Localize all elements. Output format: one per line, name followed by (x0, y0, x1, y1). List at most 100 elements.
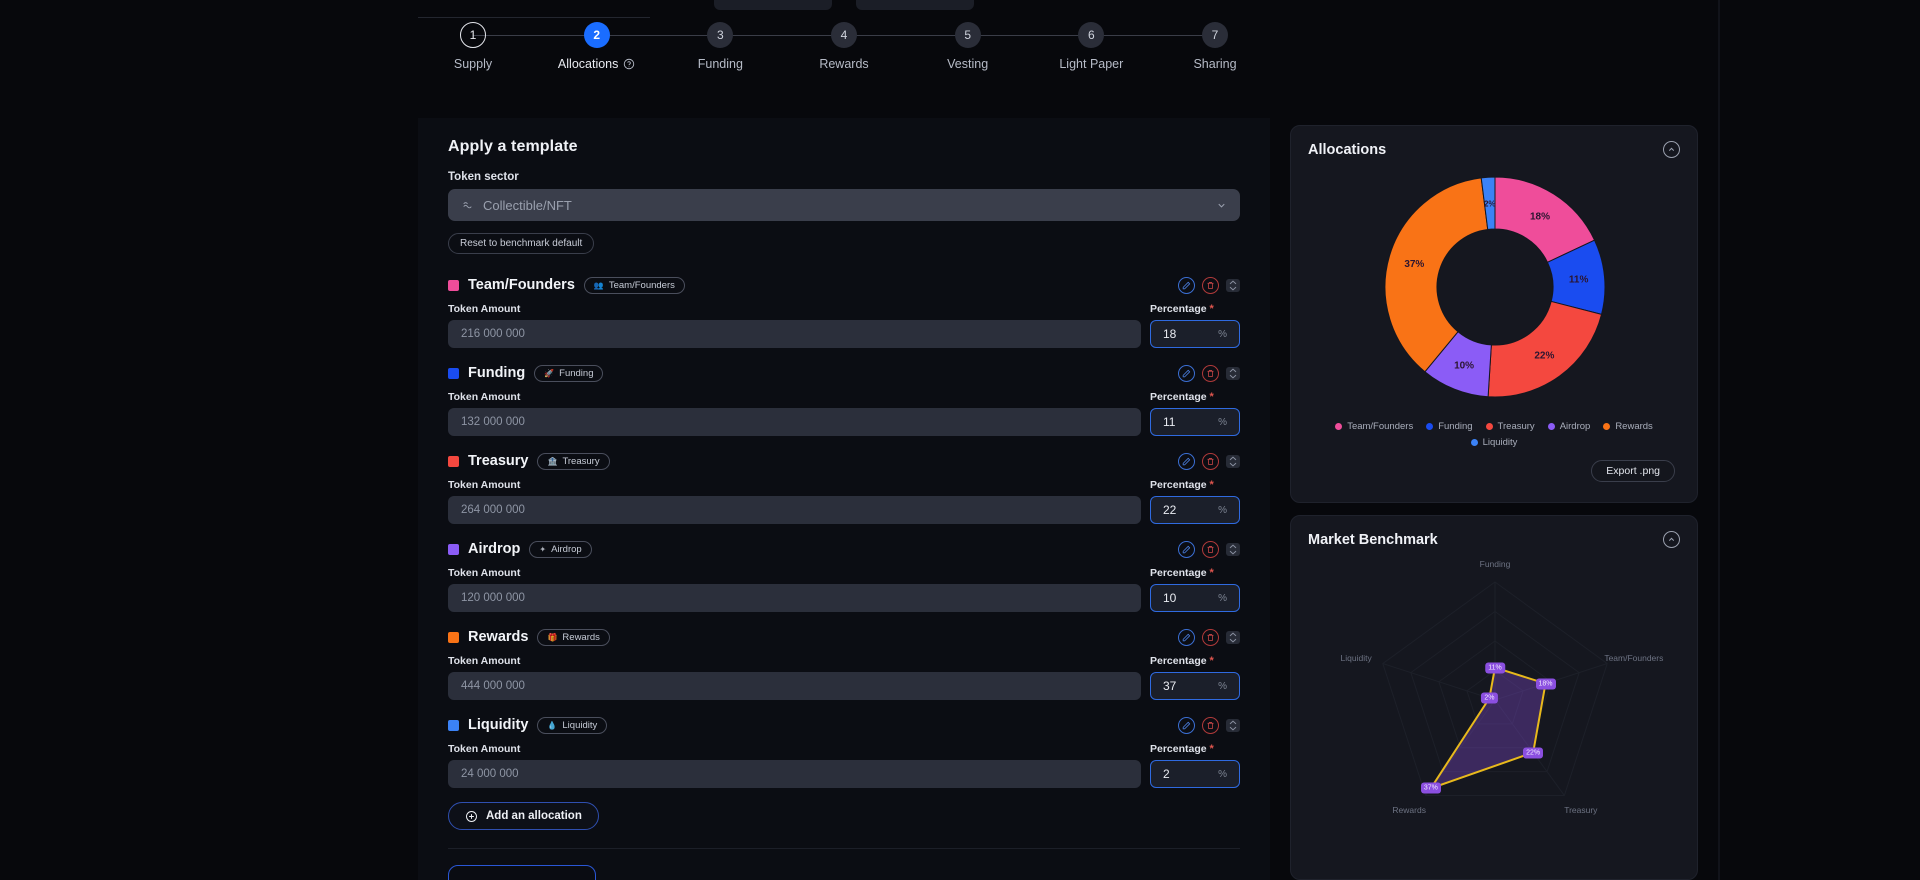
allocation-tag[interactable]: 🚀 Funding (534, 364, 604, 382)
stepper-step-sharing[interactable]: 7 Sharing (1160, 22, 1270, 71)
reset-benchmark-label: Reset to benchmark default (460, 238, 583, 249)
token-amount-input[interactable]: 24 000 000 (448, 760, 1141, 788)
legend-item[interactable]: Airdrop (1547, 421, 1590, 432)
stepper-step-rewards[interactable]: 4 Rewards (789, 22, 899, 71)
allocation-tag[interactable]: 💧 Liquidity (537, 716, 608, 734)
allocation-row: Funding 🚀 Funding Token Amount 132 000 000 Pe… (448, 362, 1240, 450)
reorder-allocation-stepper[interactable] (1226, 366, 1240, 380)
token-sector-value: Collectible/NFT (483, 197, 572, 213)
legend-item[interactable]: Team/Founders (1335, 421, 1413, 432)
benchmark-radar-chart: Funding Team/Founders Treasury Rewards Liqui… (1291, 552, 1699, 852)
allocation-actions (1178, 540, 1240, 558)
reset-benchmark-button[interactable]: Reset to benchmark default (448, 233, 595, 254)
token-sector-select[interactable]: Collectible/NFT (448, 189, 1240, 221)
edit-allocation-button[interactable] (1178, 628, 1195, 646)
collapse-allocations-button[interactable] (1663, 141, 1680, 158)
legend-item[interactable]: Rewards (1603, 421, 1653, 432)
allocation-row: Treasury 🏦 Treasury Token Amount 264 000 000… (448, 450, 1240, 538)
delete-allocation-button[interactable] (1202, 276, 1219, 294)
confirmation-card[interactable] (448, 865, 596, 880)
pencil-icon (1182, 369, 1191, 377)
add-allocation-button[interactable]: Add an allocation (448, 802, 599, 830)
allocation-header: Team/Founders 👥 Team/Founders (448, 274, 1240, 296)
gift-icon: 🎁 (547, 632, 558, 642)
percentage-input[interactable]: 10% (1150, 584, 1240, 612)
radar-axis-label: Funding (1479, 559, 1511, 569)
delete-allocation-button[interactable] (1202, 452, 1219, 470)
reorder-allocation-stepper[interactable] (1226, 542, 1240, 556)
stepper-label: Rewards (819, 57, 869, 71)
percentage-input[interactable]: 22% (1150, 496, 1240, 524)
delete-allocation-button[interactable] (1202, 716, 1219, 734)
percentage-label: Percentage * (1150, 567, 1240, 579)
legend-item[interactable]: Treasury (1485, 421, 1535, 432)
chevron-down-icon (1218, 203, 1225, 208)
chevron-down-icon (1229, 550, 1237, 555)
token-amount-label: Token Amount (448, 655, 521, 667)
chevron-up-icon (1229, 543, 1237, 548)
edit-allocation-button[interactable] (1178, 452, 1195, 470)
legend-label: Rewards (1615, 421, 1653, 432)
chevron-down-icon (1229, 286, 1237, 291)
percentage-label-text: Percentage (1150, 479, 1207, 491)
stepper-step-supply[interactable]: 1 Supply (418, 22, 528, 71)
percentage-input[interactable]: 37% (1150, 672, 1240, 700)
token-amount-input[interactable]: 216 000 000 (448, 320, 1141, 348)
page-title: Apply a template (448, 138, 578, 155)
reorder-allocation-stepper[interactable] (1226, 454, 1240, 468)
required-mark: * (1209, 391, 1214, 403)
export-png-button[interactable]: Export .png (1591, 460, 1675, 482)
allocation-fields: Token Amount 132 000 000 Percentage * 11% (448, 391, 1240, 436)
trash-icon (1207, 281, 1214, 289)
edit-allocation-button[interactable] (1178, 540, 1195, 558)
edit-allocation-button[interactable] (1178, 276, 1195, 294)
token-amount-input[interactable]: 120 000 000 (448, 584, 1141, 612)
reorder-allocation-stepper[interactable] (1226, 630, 1240, 644)
token-amount-field: Token Amount 264 000 000 (448, 479, 1141, 524)
donut-slice[interactable] (1487, 300, 1603, 398)
required-mark: * (1209, 743, 1214, 755)
token-amount-input[interactable]: 444 000 000 (448, 672, 1141, 700)
token-amount-input[interactable]: 264 000 000 (448, 496, 1141, 524)
edit-allocation-button[interactable] (1178, 716, 1195, 734)
allocation-tag[interactable]: 🏦 Treasury (537, 452, 610, 470)
allocation-tag[interactable]: 👥 Team/Founders (583, 276, 685, 294)
stepper-step-funding[interactable]: 3 Funding (665, 22, 775, 71)
benchmark-card-title: Market Benchmark (1308, 531, 1438, 548)
token-amount-field: Token Amount 444 000 000 (448, 655, 1141, 700)
stepper-step-light-paper[interactable]: 6 Light Paper (1036, 22, 1146, 71)
allocation-row: Rewards 🎁 Rewards Token Amount 444 000 000 Pe… (448, 626, 1240, 714)
export-png-label: Export .png (1606, 465, 1660, 477)
delete-allocation-button[interactable] (1202, 364, 1219, 382)
edit-allocation-button[interactable] (1178, 364, 1195, 382)
legend-swatch (1426, 423, 1434, 430)
legend-swatch (1335, 423, 1343, 430)
legend-swatch (1603, 423, 1611, 430)
delete-allocation-button[interactable] (1202, 540, 1219, 558)
left-gutter (0, 0, 418, 880)
legend-item[interactable]: Funding (1426, 421, 1473, 432)
percentage-input[interactable]: 18% (1150, 320, 1240, 348)
legend-swatch (1470, 439, 1478, 446)
percentage-input[interactable]: 2% (1150, 760, 1240, 788)
percentage-label: Percentage * (1150, 479, 1240, 491)
reorder-allocation-stepper[interactable] (1226, 718, 1240, 732)
allocations-legend: Team/Founders Funding Treasury Airdrop Rewar… (1291, 417, 1697, 448)
allocation-row: Airdrop ✦ Airdrop Token Amount 120 000 000 Pe… (448, 538, 1240, 626)
delete-allocation-button[interactable] (1202, 628, 1219, 646)
stepper-step-vesting[interactable]: 5 Vesting (913, 22, 1023, 71)
legend-item[interactable]: Liquidity (1470, 437, 1517, 448)
legend-label: Funding (1438, 421, 1473, 432)
token-amount-input[interactable]: 132 000 000 (448, 408, 1141, 436)
rocket-icon: 🚀 (544, 368, 555, 378)
reorder-allocation-stepper[interactable] (1226, 278, 1240, 292)
allocation-tag[interactable]: 🎁 Rewards (537, 628, 610, 646)
collapse-benchmark-button[interactable] (1663, 531, 1680, 548)
allocation-tag[interactable]: ✦ Airdrop (529, 540, 592, 558)
stepper-step-allocations[interactable]: 2 Allocations (542, 22, 652, 71)
help-icon (624, 58, 635, 70)
stepper-number: 1 (460, 22, 486, 48)
chevron-down-icon (1229, 726, 1237, 731)
percentage-input[interactable]: 11% (1150, 408, 1240, 436)
radar-series-area (1428, 666, 1547, 791)
